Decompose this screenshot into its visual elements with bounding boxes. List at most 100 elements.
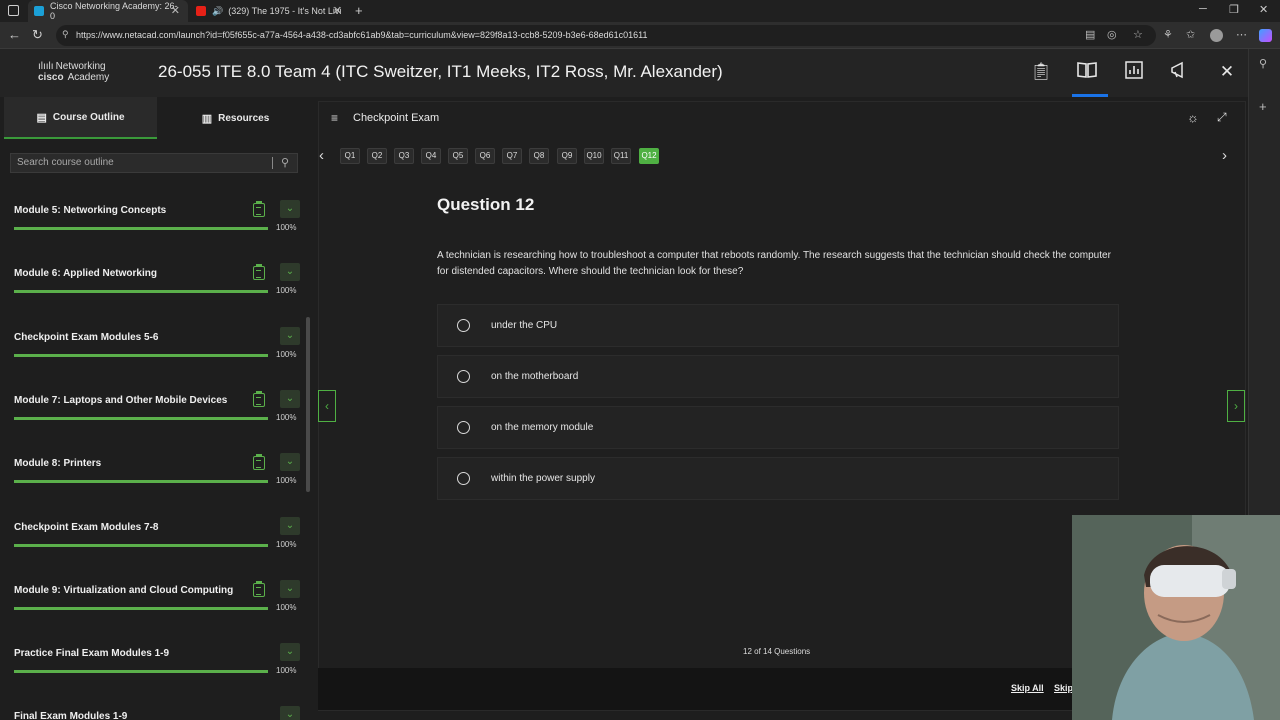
module-item[interactable]: Module 6: Applied Networking ⌄ 100% (0, 249, 306, 312)
module-item[interactable]: Checkpoint Exam Modules 5-6 ⌄ 100% (0, 313, 306, 376)
skip-all-link[interactable]: Skip All (1011, 683, 1044, 693)
question-button[interactable]: Q9 (557, 148, 577, 164)
clipboard-icon[interactable]: 📋︎ (1030, 61, 1052, 83)
module-item[interactable]: Practice Final Exam Modules 1-9 ⌄ 100% (0, 629, 306, 692)
tab-course-outline[interactable]: ▤ Course Outline (4, 97, 157, 139)
question-button[interactable]: Q7 (502, 148, 522, 164)
clipboard-icon[interactable] (253, 581, 265, 597)
chevron-down-icon[interactable]: ⌄ (280, 706, 300, 720)
answer-option[interactable]: on the motherboard (437, 355, 1119, 398)
close-tab-icon[interactable]: ✕ (333, 4, 342, 17)
back-icon[interactable]: ← (8, 27, 21, 42)
chevron-down-icon[interactable]: ⌄ (280, 643, 300, 661)
radio-button[interactable] (457, 421, 470, 434)
module-item[interactable]: Final Exam Modules 1-9 ⌄ (0, 692, 306, 720)
question-button-current[interactable]: Q12 (639, 148, 659, 164)
speaker-icon[interactable]: 🔊 (212, 6, 223, 17)
favorite-star-icon[interactable]: ☆ (1133, 28, 1143, 41)
megaphone-icon[interactable] (1169, 61, 1191, 83)
question-button[interactable]: Q11 (611, 148, 631, 164)
extensions-icon[interactable]: ⚘ (1163, 28, 1173, 41)
skip-link[interactable]: Skip (1054, 683, 1073, 693)
edge-search-icon[interactable]: ⚲ (1259, 57, 1267, 70)
book-icon[interactable] (1076, 61, 1098, 83)
question-button[interactable]: Q5 (448, 148, 468, 164)
tab-title: Cisco Networking Academy: 26-0 (49, 1, 178, 21)
tab-actions-icon[interactable] (8, 5, 19, 16)
progress-percent: 100% (276, 413, 297, 422)
menu-collapse-icon[interactable]: ≡ (331, 111, 338, 125)
chevron-down-icon[interactable]: ⌄ (280, 517, 300, 535)
restore-icon[interactable]: ❐ (1229, 3, 1239, 16)
address-bar-row: ← ↻ ⚲ https://www.netacad.com/launch?id=… (0, 22, 1280, 49)
webcam-overlay (1072, 515, 1280, 720)
tracking-icon[interactable]: ◎ (1107, 28, 1117, 41)
question-button[interactable]: Q3 (394, 148, 414, 164)
module-item[interactable]: Checkpoint Exam Modules 7-8 ⌄ 100% (0, 503, 306, 566)
clipboard-icon[interactable] (253, 391, 265, 407)
tab-title: (329) The 1975 - It's Not Livi (228, 6, 342, 16)
question-button[interactable]: Q4 (421, 148, 441, 164)
module-item[interactable]: Module 8: Printers ⌄ 100% (0, 439, 306, 502)
question-heading: Question 12 (437, 195, 535, 214)
chevron-down-icon[interactable]: ⌄ (280, 453, 300, 471)
chevron-down-icon[interactable]: ⌄ (280, 263, 300, 281)
question-button[interactable]: Q2 (367, 148, 387, 164)
active-header-indicator (1072, 94, 1108, 97)
chevron-down-icon[interactable]: ⌄ (280, 580, 300, 598)
sidebar-scrollbar[interactable] (306, 317, 310, 492)
answer-option[interactable]: within the power supply (437, 457, 1119, 500)
module-item[interactable]: Module 5: Networking Concepts ⌄ 100% (0, 186, 306, 249)
module-title: Module 8: Printers (14, 458, 102, 469)
progress-percent: 100% (276, 603, 297, 612)
next-page-button[interactable]: › (1227, 390, 1245, 422)
refresh-icon[interactable]: ↻ (32, 27, 43, 43)
radio-button[interactable] (457, 370, 470, 383)
radio-button[interactable] (457, 319, 470, 332)
grades-chart-icon[interactable] (1123, 61, 1145, 83)
copilot-icon[interactable] (1259, 29, 1272, 42)
clipboard-icon[interactable] (253, 454, 265, 470)
tab-label: Course Outline (52, 111, 125, 123)
question-button[interactable]: Q8 (529, 148, 549, 164)
search-course-outline-input[interactable]: Search course outline ⚲ (10, 153, 298, 173)
previous-page-button[interactable]: ‹ (318, 390, 336, 422)
site-info-icon[interactable]: ⚲ (62, 29, 69, 40)
chevron-down-icon[interactable]: ⌄ (280, 390, 300, 408)
tab-resources[interactable]: ▥ Resources (157, 97, 314, 139)
radio-button[interactable] (457, 472, 470, 485)
chevron-down-icon[interactable]: ⌄ (280, 327, 300, 345)
edge-add-icon[interactable]: + (1259, 99, 1267, 114)
question-nav-next-icon[interactable]: › (1222, 147, 1227, 164)
reader-icon[interactable]: ▤ (1085, 28, 1095, 41)
netacad-logo[interactable]: ılıılı Networking cisco Academy (38, 61, 109, 83)
new-tab-button[interactable]: + (355, 3, 363, 18)
profile-avatar-icon[interactable] (1210, 29, 1223, 42)
window-close-icon[interactable]: ✕ (1259, 3, 1268, 16)
close-course-icon[interactable]: ✕ (1216, 61, 1238, 83)
clipboard-icon[interactable] (253, 201, 265, 217)
module-item[interactable]: Module 7: Laptops and Other Mobile Devic… (0, 376, 306, 439)
brightness-icon[interactable]: ☼ (1187, 110, 1199, 125)
answer-option[interactable]: under the CPU (437, 304, 1119, 347)
more-menu-icon[interactable]: ⋯ (1236, 28, 1247, 41)
question-button[interactable]: Q1 (340, 148, 360, 164)
chevron-down-icon[interactable]: ⌄ (280, 200, 300, 218)
favorites-icon[interactable]: ✩ (1186, 28, 1195, 41)
course-sidebar: ▤ Course Outline ▥ Resources Search cour… (0, 97, 314, 720)
expand-icon[interactable]: ⤢ (1217, 110, 1227, 125)
module-item[interactable]: Module 9: Virtualization and Cloud Compu… (0, 566, 306, 629)
minimize-icon[interactable]: ─ (1199, 3, 1207, 15)
question-counter: 12 of 14 Questions (743, 647, 811, 656)
question-button[interactable]: Q6 (475, 148, 495, 164)
url-field[interactable]: ⚲ https://www.netacad.com/launch?id=f05f… (56, 25, 1156, 46)
question-nav-prev-icon[interactable]: ‹ (319, 147, 324, 164)
browser-tab-netacad[interactable]: Cisco Networking Academy: 26-0 ✕ (28, 0, 188, 22)
search-icon[interactable]: ⚲ (281, 156, 289, 169)
close-tab-icon[interactable]: ✕ (171, 4, 180, 17)
answer-option[interactable]: on the memory module (437, 406, 1119, 449)
progress-bar (14, 670, 268, 673)
clipboard-icon[interactable] (253, 264, 265, 280)
browser-tab-youtube[interactable]: 🔊 (329) The 1975 - It's Not Livi ✕ (190, 0, 350, 22)
question-button[interactable]: Q10 (584, 148, 604, 164)
